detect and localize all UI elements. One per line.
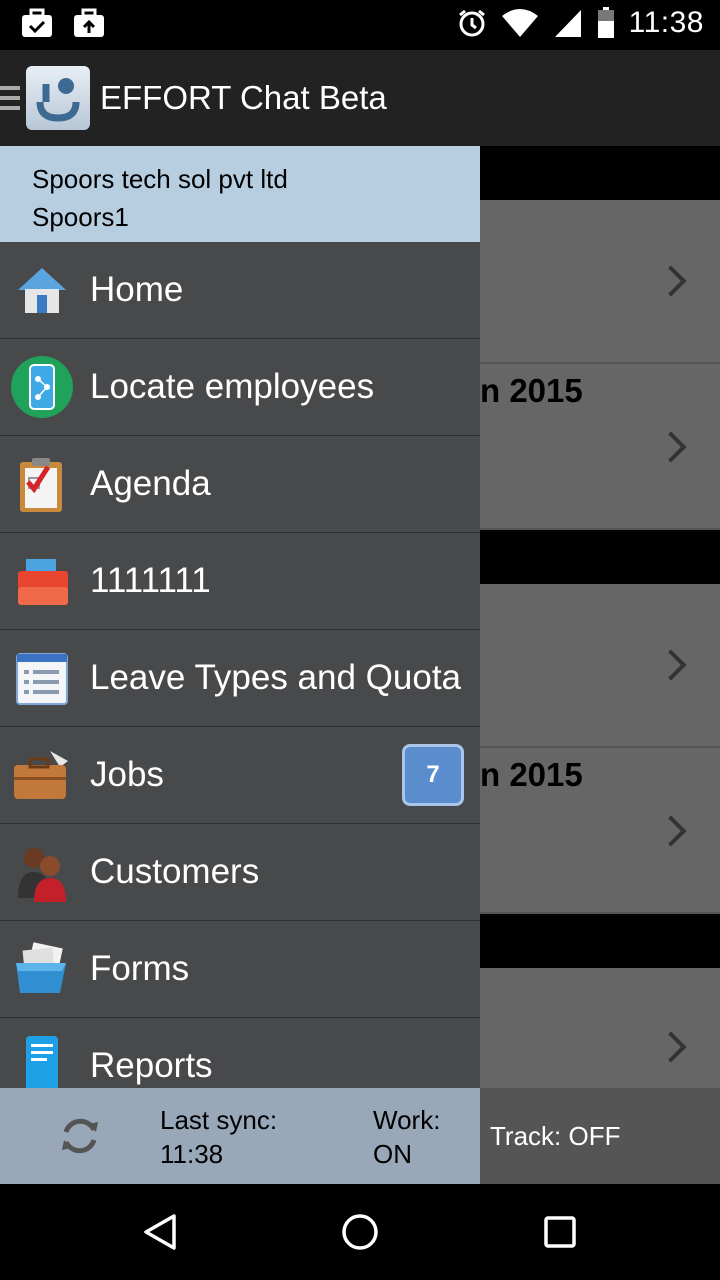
background-card[interactable] [480, 200, 720, 364]
locate-employees-icon [10, 355, 74, 419]
menu-item-home[interactable]: Home [0, 242, 480, 339]
menu-item-jobs[interactable]: Jobs 7 [0, 727, 480, 824]
alarm-icon [458, 9, 485, 37]
work-status-label: Work: [373, 1105, 441, 1135]
forms-folder-icon [10, 937, 74, 1001]
work-status-value: ON [373, 1139, 412, 1169]
status-bar: 11:38 [0, 0, 720, 50]
last-sync-label: Last sync: [160, 1105, 278, 1135]
action-bar: EFFORT Chat Beta [0, 50, 720, 146]
briefcase-upload-icon [74, 8, 104, 37]
menu-item-locate-employees[interactable]: Locate employees [0, 339, 480, 436]
signal-icon [554, 10, 581, 37]
track-status-text: Track: OFF [490, 1120, 621, 1151]
back-icon[interactable] [140, 1212, 180, 1252]
menu-item-customers[interactable]: Customers [0, 824, 480, 921]
folder-icon [10, 549, 74, 613]
background-content: n 2015 n 2015 [480, 146, 720, 1184]
drawer-header: Spoors tech sol pvt ltd Spoors1 [0, 146, 480, 242]
battery-icon [597, 7, 614, 38]
background-card-text: n 2015 [480, 756, 583, 793]
customers-icon [10, 840, 74, 904]
list-icon [10, 646, 74, 710]
recents-icon[interactable] [540, 1212, 580, 1252]
chevron-right-icon [655, 265, 687, 297]
navigation-drawer: Spoors tech sol pvt ltd Spoors1 Home Loc… [0, 146, 480, 1184]
background-card[interactable]: n 2015 [480, 364, 720, 530]
user-name: Spoors1 [32, 202, 129, 232]
agenda-clipboard-icon [10, 452, 74, 516]
menu-item-forms[interactable]: Forms [0, 921, 480, 1018]
chevron-right-icon [655, 1031, 687, 1063]
briefcase-icon [10, 743, 74, 807]
last-sync-time: 11:38 [160, 1139, 224, 1169]
drawer-footer: Last sync: 11:38 Work: ON [0, 1088, 480, 1184]
background-card-text: n 2015 [480, 372, 583, 409]
app-logo-icon[interactable] [26, 66, 90, 130]
background-card[interactable]: n 2015 [480, 748, 720, 914]
system-nav-bar [0, 1184, 720, 1280]
chevron-right-icon [655, 815, 687, 847]
track-status: Track: OFF [480, 1088, 720, 1184]
jobs-count-badge: 7 [402, 744, 464, 806]
home-nav-icon[interactable] [340, 1212, 380, 1252]
chevron-right-icon [655, 649, 687, 681]
wifi-icon [501, 9, 538, 37]
app-title: EFFORT Chat Beta [100, 79, 387, 116]
menu-item-agenda[interactable]: Agenda [0, 436, 480, 533]
background-card[interactable] [480, 584, 720, 748]
briefcase-check-icon [22, 8, 52, 37]
menu-item-1111111[interactable]: 1111111 [0, 533, 480, 630]
home-icon [10, 258, 74, 322]
drawer-toggle-icon[interactable] [0, 86, 22, 110]
clock-time: 11:38 [628, 6, 704, 39]
sync-icon[interactable] [56, 1112, 104, 1160]
chevron-right-icon [655, 431, 687, 463]
menu-item-leave-types[interactable]: Leave Types and Quota [0, 630, 480, 727]
company-name: Spoors tech sol pvt ltd [32, 164, 288, 194]
